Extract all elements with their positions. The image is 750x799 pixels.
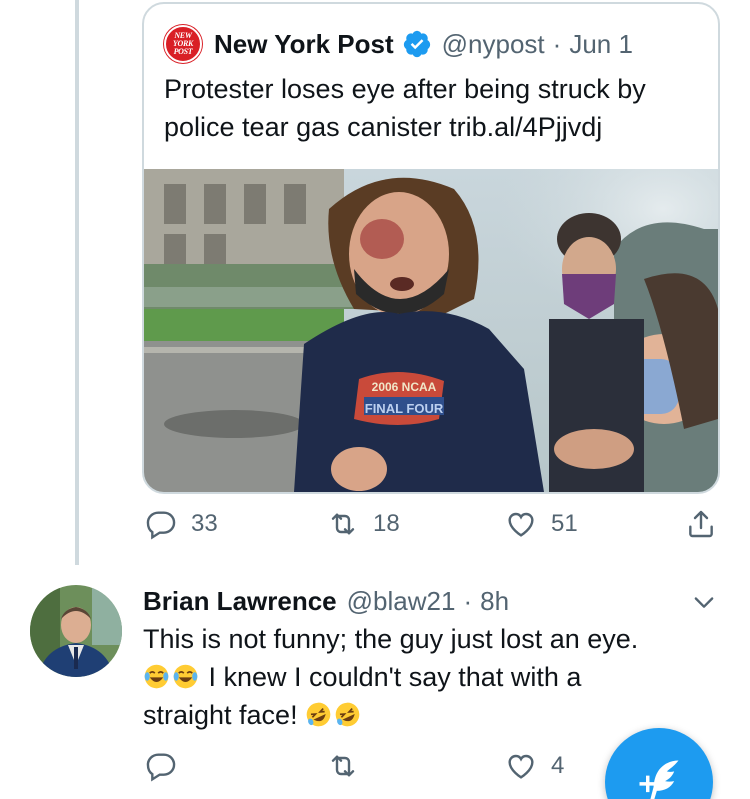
reply-author-name[interactable]: Brian Lawrence (143, 586, 337, 617)
compose-tweet-button[interactable] (605, 728, 713, 799)
retweet-icon (331, 513, 355, 535)
nypost-avatar-logo[interactable]: NEW YORK POST (164, 25, 202, 63)
tears-of-joy-emoji-icon (144, 664, 169, 689)
share-icon (689, 510, 713, 538)
tweet-action-bar: 33 18 51 (0, 508, 750, 548)
reply-tweet-text: This is not funny; the guy just lost an … (143, 620, 703, 734)
reply-author-handle[interactable]: @blaw21 (347, 586, 456, 617)
tweet-thread-screen: NEW YORK POST New York Post @nypost · Ju… (0, 0, 750, 799)
reply-reply-button[interactable] (145, 750, 177, 782)
brian-lawrence-avatar (30, 585, 122, 677)
reply-timestamp[interactable]: 8h (480, 586, 509, 617)
tweet-photo[interactable]: 2006 NCAA FINAL FOUR (144, 169, 718, 492)
quoted-tweet-text: Protester loses eye after being struck b… (164, 74, 646, 142)
rolling-laughing-emoji-icon (306, 702, 331, 727)
avatar[interactable] (30, 585, 122, 677)
reply-button[interactable]: 33 (145, 508, 218, 540)
protester-photo: 2006 NCAA FINAL FOUR (144, 169, 718, 492)
quoted-tweet-card[interactable]: NEW YORK POST New York Post @nypost · Ju… (142, 2, 720, 494)
retweet-button[interactable]: 18 (327, 508, 400, 540)
share-button[interactable] (685, 508, 717, 540)
reply-icon (146, 511, 176, 540)
shirt-text-bottom: FINAL FOUR (365, 401, 444, 416)
reply-text-line-3: straight face! (143, 700, 298, 730)
reply-like-count: 4 (551, 752, 565, 779)
retweet-count: 18 (373, 510, 400, 537)
header-separator: · (552, 28, 562, 59)
retweet-icon (331, 755, 355, 777)
reply-header: Brian Lawrence @blaw21 · 8h (143, 584, 509, 618)
thread-connector-line (75, 0, 79, 565)
reply-text-line-3-row: straight face! (143, 696, 703, 734)
like-icon (508, 512, 534, 537)
reply-like-button[interactable]: 4 (505, 750, 564, 782)
chevron-down-icon[interactable] (690, 588, 718, 616)
compose-icon (639, 760, 679, 799)
quoted-tweet-date[interactable]: Jun 1 (569, 29, 633, 60)
shirt-text-top: 2006 NCAA (372, 380, 437, 394)
reply-header-separator: · (463, 585, 473, 616)
quoted-author-handle[interactable]: @nypost (442, 29, 545, 60)
reply-text-line-2-row: I knew I couldn't say that with a (143, 658, 703, 696)
reply-icon (146, 753, 176, 782)
like-button[interactable]: 51 (505, 508, 578, 540)
like-icon (508, 754, 534, 779)
reply-text-line-2: I knew I couldn't say that with a (208, 662, 582, 692)
verified-icon (403, 30, 430, 58)
quoted-author-name[interactable]: New York Post (214, 29, 394, 60)
reply-text-line-1: This is not funny; the guy just lost an … (143, 624, 639, 654)
reply-count: 33 (191, 510, 218, 537)
rolling-laughing-emoji-icon (335, 702, 360, 727)
tears-of-joy-emoji-icon (173, 664, 198, 689)
quoted-tweet-header: NEW YORK POST New York Post @nypost · Ju… (164, 25, 633, 63)
reply-retweet-button[interactable] (327, 750, 359, 782)
like-count: 51 (551, 510, 578, 537)
